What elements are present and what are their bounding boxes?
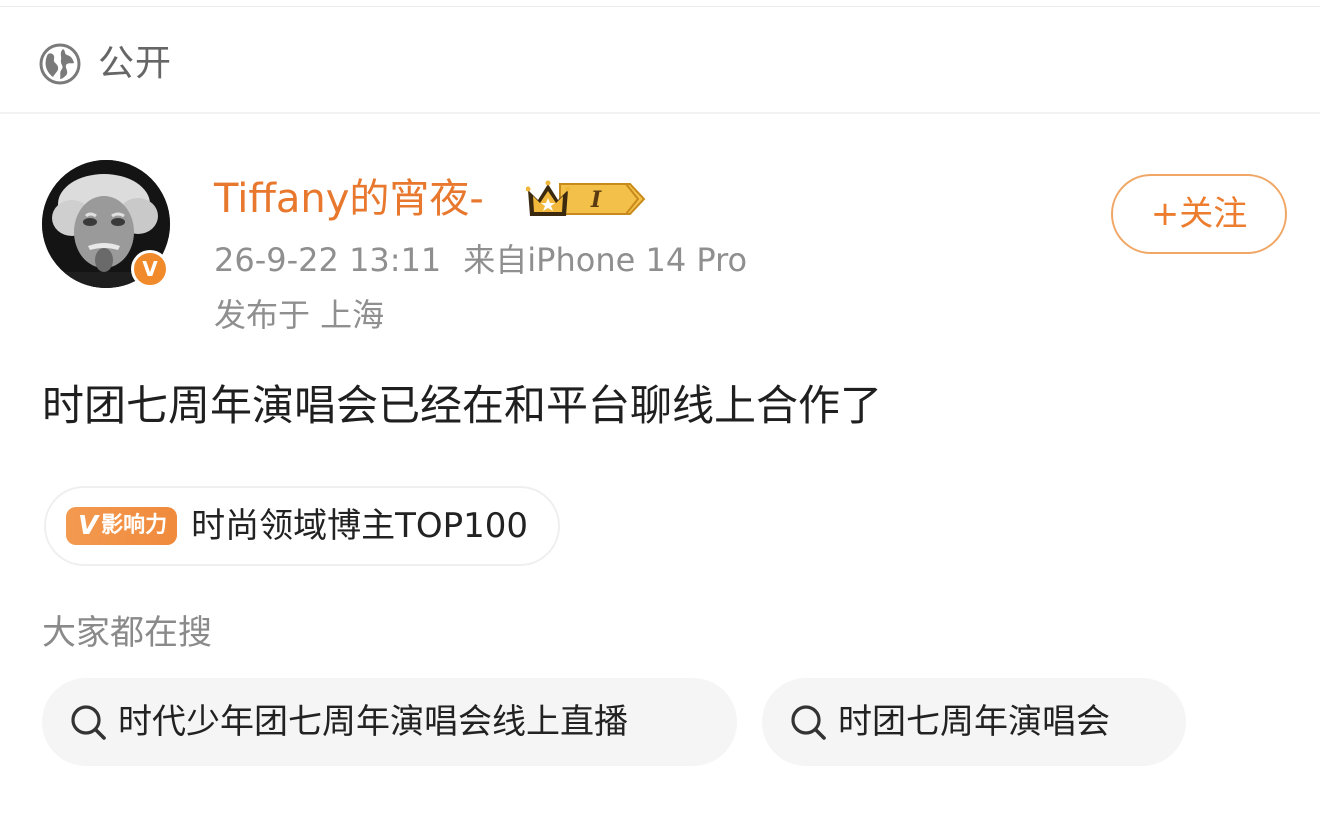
post-timestamp: 26-9-22 13:11 [214, 241, 442, 279]
verified-v-icon: V [131, 250, 169, 288]
influence-chip[interactable]: V 影响力 时尚领域博主TOP100 [44, 486, 561, 566]
member-level: I [590, 187, 602, 213]
author-name[interactable]: Tiffany的宵夜- [214, 173, 484, 225]
trending-search-heading: 大家都在搜 [42, 613, 212, 653]
search-icon [71, 705, 106, 740]
visibility-label: 公开 [98, 43, 173, 84]
post-text: 时团七周年演唱会已经在和平台聊线上合作了 [42, 381, 883, 430]
trending-search-label: 时代少年团七周年演唱会线上直播 [118, 702, 628, 742]
influence-tag-label: 影响力 [101, 513, 168, 538]
post-location: 发布于 上海 [214, 296, 385, 334]
trending-search-item[interactable]: 时团七周年演唱会 [762, 678, 1186, 766]
trending-search-item[interactable]: 时代少年团七周年演唱会线上直播 [42, 678, 737, 766]
globe-icon [39, 43, 81, 85]
post-source: 来自iPhone 14 Pro [463, 241, 748, 279]
follow-button[interactable]: +关注 [1111, 174, 1287, 254]
member-crown-badge[interactable]: I [525, 176, 648, 222]
visibility-bar[interactable]: 公开 [0, 6, 1320, 114]
influence-v-icon: V [78, 511, 99, 541]
trending-search-label: 时团七周年演唱会 [838, 702, 1110, 742]
post-meta: 26-9-22 13:11 来自iPhone 14 Pro [214, 240, 747, 280]
crown-icon: I [525, 180, 646, 216]
search-icon [791, 705, 826, 740]
influence-text: 时尚领域博主TOP100 [191, 506, 529, 546]
weibo-post-screen: 公开 V Tiffany的宵夜- I 26-9-22 13:11 来自iPhon… [0, 0, 1320, 832]
influence-tag: V 影响力 [66, 507, 178, 545]
